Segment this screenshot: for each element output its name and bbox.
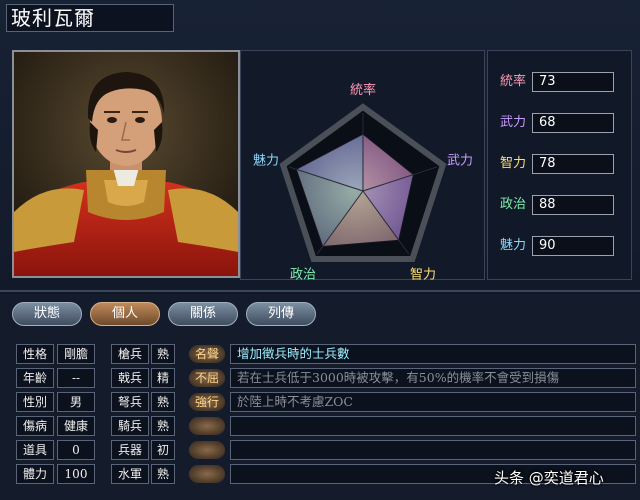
ability-radar-chart: 統率武力智力 政治 魅力: [240, 50, 485, 283]
skill-tag-1[interactable]: 名聲: [189, 345, 225, 363]
radar-axis-label-1: 武力: [447, 153, 473, 168]
portrait-image: [14, 52, 238, 276]
stat-row-leadership: 統率 73: [496, 71, 626, 93]
aptitude-label-halberd: 戟兵: [111, 368, 149, 388]
officer-name: 玻利瓦爾: [6, 4, 174, 32]
personal-value-age: --: [57, 368, 95, 388]
aptitude-label-siege: 兵器: [111, 440, 149, 460]
stat-value-war: 68: [532, 113, 614, 133]
stat-row-charisma: 魅力 90: [496, 235, 626, 257]
radar-axis-label-4: 魅力: [253, 153, 279, 168]
aptitude-value-cavalry: 熟: [151, 416, 175, 436]
personal-label-health: 傷病: [16, 416, 54, 436]
stat-value-charisma: 90: [532, 236, 614, 256]
tab-relations[interactable]: 關係: [168, 302, 238, 326]
tab-status[interactable]: 狀態: [12, 302, 82, 326]
radar-axis-label-0: 統率: [350, 82, 376, 98]
personal-value-health: 健康: [57, 416, 95, 436]
stat-label-intelligence: 智力: [499, 156, 526, 171]
aptitude-value-crossbow: 熟: [151, 392, 175, 412]
aptitude-label-spear: 槍兵: [111, 344, 149, 364]
radar-axis-label-3: 政治: [290, 268, 316, 281]
stat-value-politics: 88: [532, 195, 614, 215]
personal-label-personality: 性格: [16, 344, 54, 364]
skill-desc-5: [230, 440, 636, 460]
stat-label-politics: 政治: [499, 197, 526, 212]
officer-portrait: [12, 50, 240, 278]
stat-value-intelligence: 78: [532, 154, 614, 174]
stat-value-leadership: 73: [532, 72, 614, 92]
personal-value-items: 0: [57, 440, 95, 460]
personal-label-items: 道具: [16, 440, 54, 460]
aptitude-value-siege: 初: [151, 440, 175, 460]
skill-tag-5[interactable]: [189, 441, 225, 459]
stat-row-war: 武力 68: [496, 112, 626, 134]
personal-value-stamina: 100: [57, 464, 95, 484]
aptitude-label-cavalry: 騎兵: [111, 416, 149, 436]
personal-label-stamina: 體力: [16, 464, 54, 484]
stat-label-leadership: 統率: [499, 74, 526, 89]
aptitude-value-navy: 熟: [151, 464, 175, 484]
personal-label-gender: 性別: [16, 392, 54, 412]
stat-label-war: 武力: [499, 115, 526, 130]
stats-panel: 統率 73 武力 68 智力 78 政治 88 魅力 90: [487, 50, 632, 280]
radar-svg: 統率武力智力 政治 魅力: [253, 82, 473, 283]
skill-tag-3[interactable]: 強行: [189, 393, 225, 411]
stat-row-politics: 政治 88: [496, 194, 626, 216]
aptitude-value-halberd: 精: [151, 368, 175, 388]
skill-desc-3: 於陸上時不考慮ZOC: [230, 392, 636, 412]
skill-tag-2[interactable]: 不屈: [189, 369, 225, 387]
stat-row-intelligence: 智力 78: [496, 153, 626, 175]
aptitude-label-crossbow: 弩兵: [111, 392, 149, 412]
stat-label-charisma: 魅力: [499, 238, 526, 253]
skill-desc-4: [230, 416, 636, 436]
personal-value-personality: 剛膽: [57, 344, 95, 364]
tab-biography[interactable]: 列傳: [246, 302, 316, 326]
watermark-text: 头条 @奕道君心: [494, 469, 604, 487]
radar-axis-label-2: 智力: [410, 268, 436, 281]
personal-value-gender: 男: [57, 392, 95, 412]
aptitude-label-navy: 水軍: [111, 464, 149, 484]
skill-desc-1: 增加徵兵時的士兵數: [230, 344, 636, 364]
skill-desc-2: 若在士兵低于3000時被攻擊，有50%的機率不會受到損傷: [230, 368, 636, 388]
aptitude-value-spear: 熟: [151, 344, 175, 364]
skill-tag-4[interactable]: [189, 417, 225, 435]
personal-label-age: 年齡: [16, 368, 54, 388]
tab-personal[interactable]: 個人: [90, 302, 160, 326]
skill-tag-6[interactable]: [189, 465, 225, 483]
